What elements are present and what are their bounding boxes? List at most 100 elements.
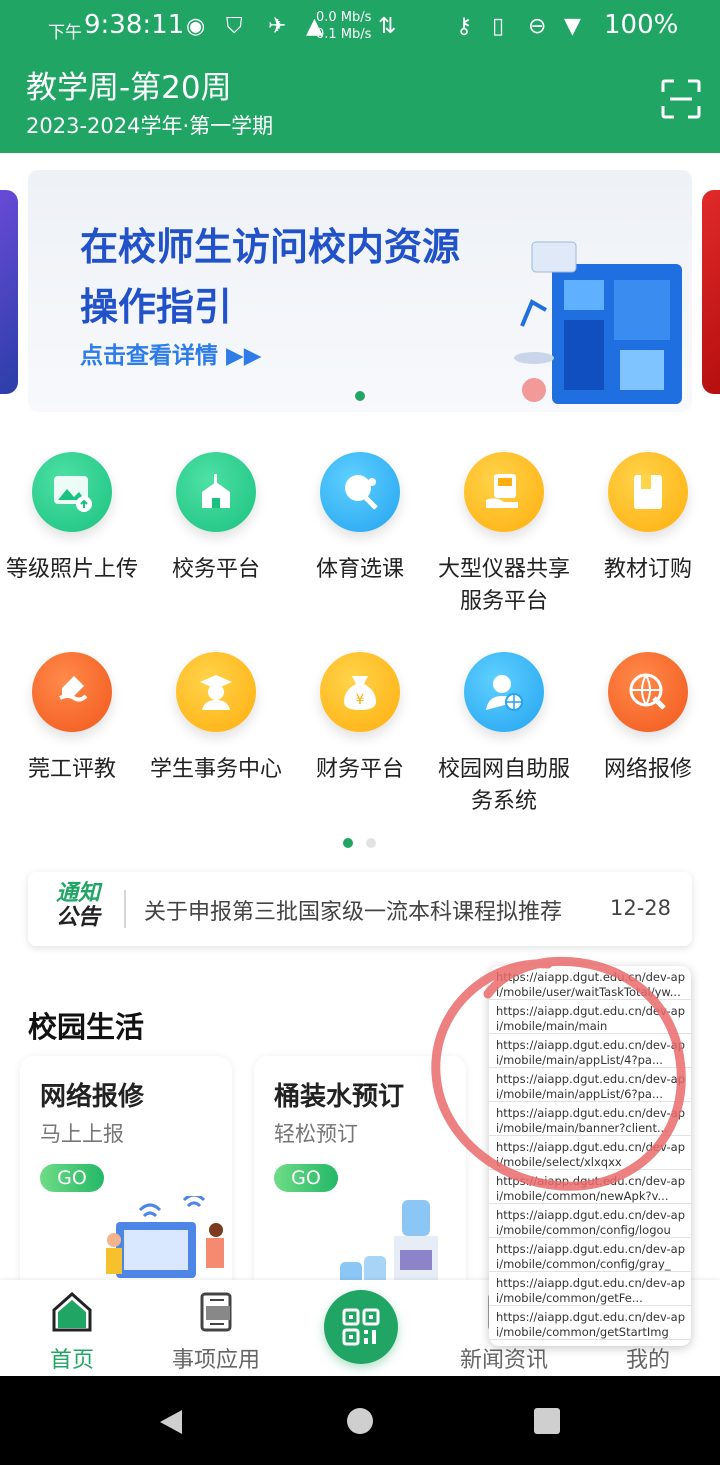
- qr-code-button[interactable]: [324, 1290, 398, 1364]
- go-button[interactable]: GO: [274, 1164, 338, 1192]
- request-url[interactable]: https://aiapp.dgut.edu.cn/dev-api/mobile…: [489, 1034, 691, 1068]
- instrument-icon: [464, 452, 544, 532]
- app-campus-network[interactable]: 校园网自助服务系统: [432, 652, 576, 818]
- card-network-repair[interactable]: 网络报修 马上上报 GO: [20, 1056, 232, 1296]
- app-label: 教材订购: [603, 557, 692, 582]
- svg-text:¥: ¥: [356, 692, 365, 708]
- request-url[interactable]: https://aiapp.dgut.edu.cn/dev-api/mobile…: [489, 1306, 691, 1340]
- app-finance-platform[interactable]: ¥ 财务平台: [288, 652, 432, 786]
- table-tennis-icon: [320, 452, 400, 532]
- card-title: 桶装水预订: [274, 1082, 405, 1112]
- network-speed: 0.0 Mb/s 0.1 Mb/s: [316, 9, 371, 43]
- banner-next-slide[interactable]: [702, 190, 720, 394]
- app-student-affairs[interactable]: 学生事务中心: [144, 652, 288, 786]
- recents-icon[interactable]: [534, 1408, 560, 1434]
- campus-life-title: 校园生活: [28, 1010, 145, 1044]
- nav-home[interactable]: 首页: [0, 1280, 144, 1376]
- home-button-icon[interactable]: [347, 1408, 373, 1434]
- app-header: 下午 9:38:11 ◉ ⛉ ✈ ▲ 0.0 Mb/s 0.1 Mb/s ⇅ ⚷…: [0, 0, 720, 153]
- status-bar: 下午 9:38:11 ◉ ⛉ ✈ ▲ 0.0 Mb/s 0.1 Mb/s ⇅ ⚷…: [0, 0, 720, 56]
- app-sports-course[interactable]: 体育选课: [288, 452, 432, 586]
- app-label: 网络报修: [603, 757, 692, 782]
- app-label: 莞工评教: [27, 757, 116, 782]
- money-bag-icon: ¥: [320, 652, 400, 732]
- home-icon: [52, 1291, 92, 1332]
- grid-page-indicator-active: [343, 838, 353, 848]
- nav-label: 首页: [49, 1348, 94, 1373]
- grid-page-indicator: [366, 838, 376, 848]
- card-subtitle: 马上上报: [40, 1122, 124, 1146]
- request-url[interactable]: https://aiapp.dgut.edu.cn/dev-api/mobile…: [489, 1170, 691, 1204]
- speed-up: 0.0 Mb/s: [316, 10, 372, 25]
- qr-code-icon: [342, 1308, 380, 1346]
- nav-label: 事项应用: [171, 1348, 260, 1373]
- app-label: 校务平台: [171, 557, 260, 582]
- notice-logo-line1: 通知: [55, 881, 100, 906]
- book-icon: [608, 452, 688, 532]
- nav-label: 新闻资讯: [459, 1348, 548, 1373]
- banner-prev-slide[interactable]: [0, 190, 18, 394]
- status-ampm: 下午: [48, 23, 82, 43]
- banner-detail-link[interactable]: 点击查看详情 ▶▶: [80, 336, 261, 370]
- request-url[interactable]: https://aiapp.dgut.edu.cn/dev-api/mobile…: [489, 1238, 691, 1272]
- student-icon: [176, 652, 256, 732]
- app-teaching-evaluation[interactable]: 莞工评教: [0, 652, 144, 786]
- app-label: 财务平台: [315, 757, 404, 782]
- record-icon: ◉: [186, 14, 206, 39]
- app-label: 大型仪器共享服务平台: [437, 557, 570, 614]
- request-url[interactable]: https://aiapp.dgut.edu.cn/dev-api/mobile…: [489, 1068, 691, 1102]
- app-root: 下午 9:38:11 ◉ ⛉ ✈ ▲ 0.0 Mb/s 0.1 Mb/s ⇅ ⚷…: [0, 0, 720, 1465]
- app-label: 校园网自助服务系统: [437, 757, 570, 814]
- app-school-affairs[interactable]: 校务平台: [144, 452, 288, 586]
- request-url[interactable]: https://aiapp.dgut.edu.cn/dev-api/mobile…: [489, 1102, 691, 1136]
- notice-logo-line2: 公告: [55, 905, 100, 930]
- speed-down: 0.1 Mb/s: [316, 27, 372, 42]
- request-url[interactable]: https://aiapp.dgut.edu.cn/dev-api/mobile…: [489, 1204, 691, 1238]
- status-time: 9:38:11: [84, 10, 185, 40]
- app-label: 体育选课: [315, 557, 404, 582]
- data-transfer-icon: ⇅: [378, 14, 397, 39]
- document-icon: [200, 1292, 232, 1332]
- app-instrument-sharing[interactable]: 大型仪器共享服务平台: [432, 452, 576, 618]
- network-user-icon: [464, 652, 544, 732]
- banner-title-line2: 操作指引: [80, 285, 233, 329]
- back-icon[interactable]: [156, 1408, 184, 1436]
- airplane-icon: ✈: [268, 14, 287, 39]
- card-title: 网络报修: [40, 1082, 145, 1112]
- app-photo-upload[interactable]: 等级照片上传: [0, 452, 144, 586]
- app-label: 学生事务中心: [149, 757, 282, 782]
- key-icon: ⚷: [456, 14, 473, 39]
- nav-label: 我的: [625, 1348, 670, 1373]
- banner-carousel[interactable]: 在校师生访问校内资源 操作指引 点击查看详情 ▶▶: [28, 170, 692, 412]
- vibrate-icon: ▯: [492, 14, 505, 39]
- banner-illustration: [514, 241, 682, 404]
- notice-date: 12-28: [610, 896, 672, 920]
- app-textbook-order[interactable]: 教材订购: [576, 452, 720, 586]
- card-subtitle: 轻松预订: [274, 1122, 358, 1146]
- photo-upload-icon: [32, 452, 112, 532]
- do-not-disturb-icon: ⊖: [528, 14, 547, 39]
- notice-divider: [124, 890, 126, 928]
- notice-bar[interactable]: 通知 公告 关于申报第三批国家级一流本科课程拟推荐 12-28: [28, 872, 692, 946]
- request-log-popup[interactable]: https://aiapp.dgut.edu.cn/dev-api/mobile…: [489, 966, 691, 1346]
- request-url[interactable]: https://aiapp.dgut.edu.cn/dev-api/mobile…: [489, 1272, 691, 1306]
- request-url[interactable]: https://aiapp.dgut.edu.cn/dev-api/mobile…: [489, 1136, 691, 1170]
- wifi-icon: ▼: [564, 14, 581, 39]
- shield-icon: ⛉: [226, 14, 243, 39]
- app-network-repair[interactable]: 网络报修: [576, 652, 720, 786]
- notice-text[interactable]: 关于申报第三批国家级一流本科课程拟推荐: [144, 894, 604, 926]
- request-url[interactable]: https://aiapp.dgut.edu.cn/dev-api/mobile…: [489, 966, 691, 1000]
- globe-repair-icon: [608, 652, 688, 732]
- semester-label: 2023-2024学年·第一学期: [26, 114, 274, 138]
- banner-indicator: [355, 391, 365, 401]
- nav-apps[interactable]: 事项应用: [144, 1280, 288, 1376]
- scan-icon[interactable]: [660, 78, 702, 120]
- request-url[interactable]: https://aiapp.dgut.edu.cn/dev-api/mobile…: [489, 1000, 691, 1034]
- notice-logo: 通知 公告: [54, 882, 102, 930]
- go-button[interactable]: GO: [40, 1164, 104, 1192]
- card-water-order[interactable]: 桶装水预订 轻松预订 GO: [254, 1056, 466, 1296]
- battery-level: 100%: [604, 10, 679, 40]
- app-label: 等级照片上传: [5, 557, 138, 582]
- teaching-week: 教学周-第20周: [26, 70, 232, 106]
- evaluation-icon: [32, 652, 112, 732]
